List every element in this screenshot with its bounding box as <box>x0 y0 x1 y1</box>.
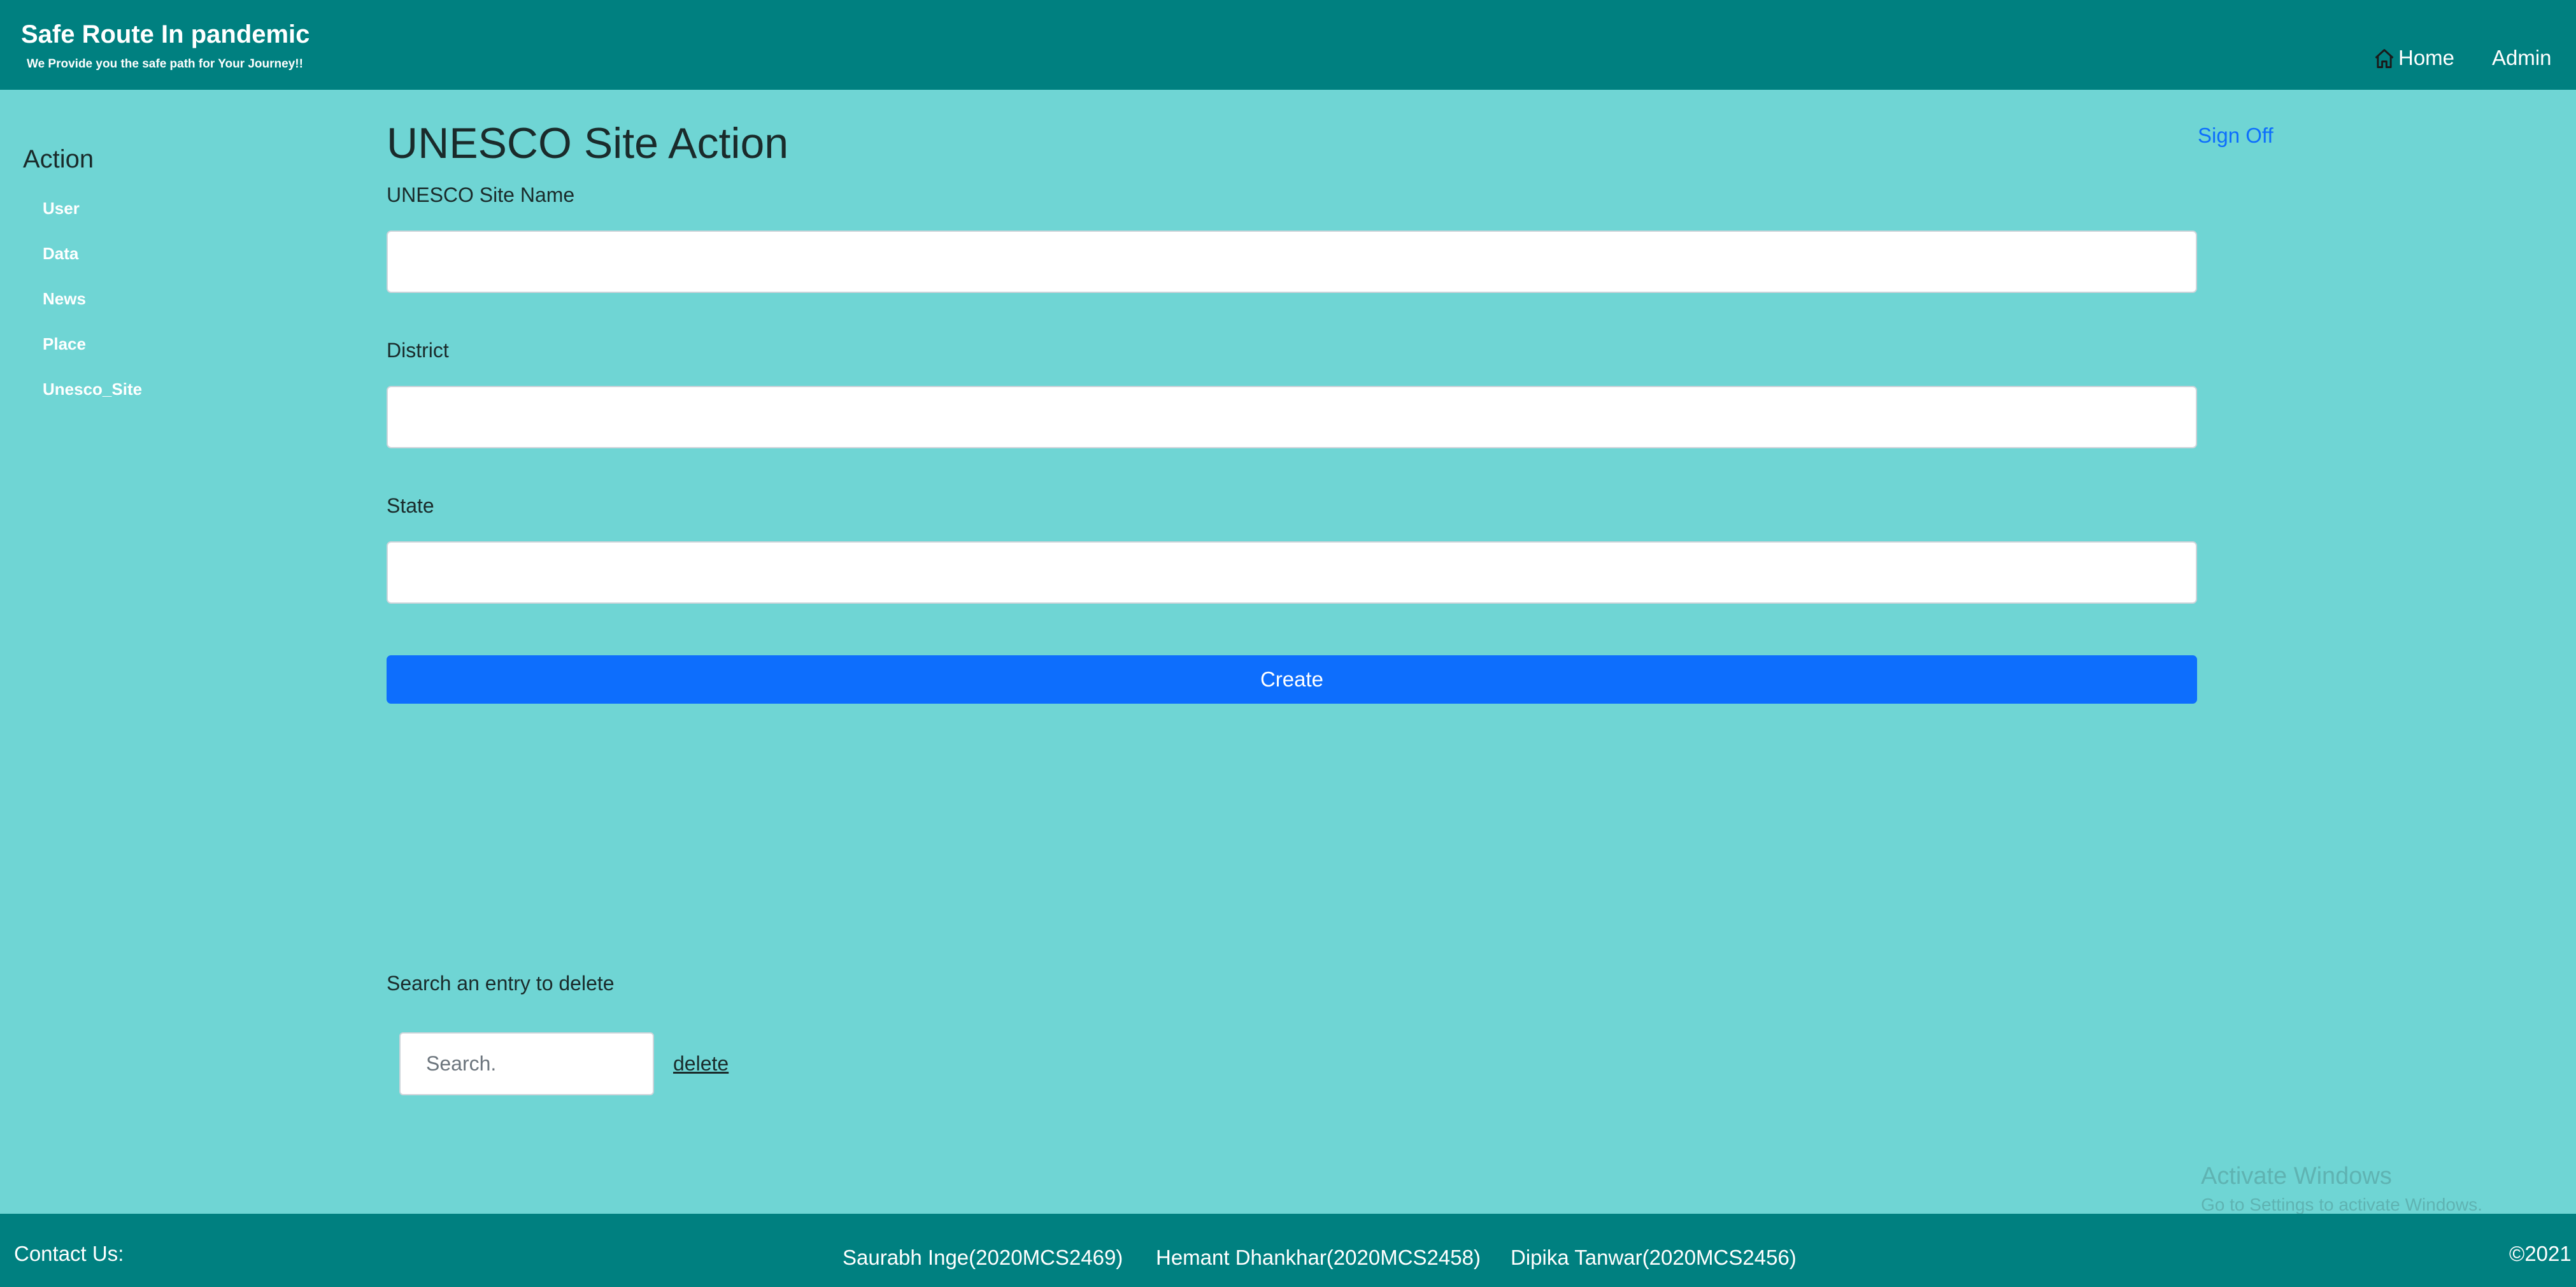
activate-windows-subtitle: Go to Settings to activate Windows. <box>2201 1195 2482 1214</box>
footer-member: Saurabh Inge(2020MCS2469) <box>843 1246 1123 1269</box>
state-input[interactable] <box>387 541 2197 604</box>
state-label: State <box>387 494 434 517</box>
search-input[interactable] <box>399 1032 654 1095</box>
nav-home-label: Home <box>2398 46 2455 69</box>
footer-contact-label: Contact Us: <box>14 1242 124 1265</box>
nav-admin-link[interactable]: Admin <box>2492 46 2552 70</box>
sidebar-item-user[interactable]: User <box>43 199 80 218</box>
footer-copyright: ©2021 <box>2509 1242 2572 1265</box>
sign-off-link[interactable]: Sign Off <box>2198 124 2274 148</box>
delete-link[interactable]: delete <box>673 1052 729 1076</box>
site-name-input[interactable] <box>387 231 2197 293</box>
sidebar-item-place[interactable]: Place <box>43 334 86 354</box>
top-navbar <box>0 0 2576 90</box>
site-tagline: We Provide you the safe path for Your Jo… <box>27 57 303 71</box>
create-button[interactable]: Create <box>387 655 2197 704</box>
sidebar-title: Action <box>23 145 94 173</box>
delete-section-label: Search an entry to delete <box>387 972 615 995</box>
sidebar-item-news[interactable]: News <box>43 289 86 309</box>
sidebar-item-data[interactable]: Data <box>43 244 78 264</box>
page-title: UNESCO Site Action <box>387 119 789 167</box>
footer-member: Hemant Dhankhar(2020MCS2458) <box>1156 1246 1481 1269</box>
footer-member: Dipika Tanwar(2020MCS2456) <box>1511 1246 1797 1269</box>
home-icon <box>2375 49 2394 68</box>
nav-home-link[interactable]: Home <box>2373 46 2454 70</box>
sidebar-item-unesco-site[interactable]: Unesco_Site <box>43 380 142 399</box>
district-input[interactable] <box>387 386 2197 448</box>
site-name-label: UNESCO Site Name <box>387 183 575 206</box>
activate-windows-title: Activate Windows <box>2201 1163 2392 1190</box>
site-title[interactable]: Safe Route In pandemic <box>21 20 310 49</box>
district-label: District <box>387 339 449 362</box>
